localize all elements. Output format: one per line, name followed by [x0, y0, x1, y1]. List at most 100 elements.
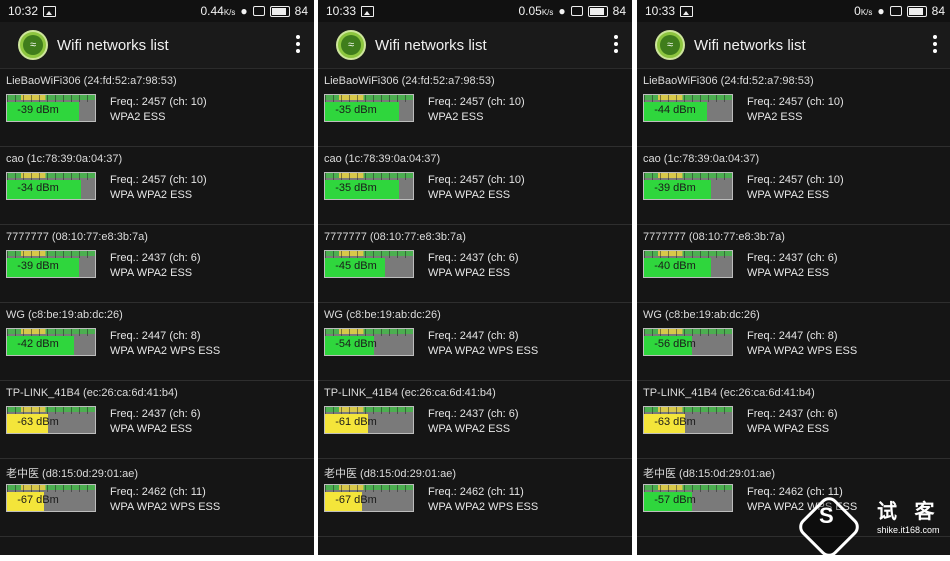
- network-speed: 0.44K/s: [200, 4, 236, 18]
- network-ssid: 7777777 (08:10:77:e8:3b:7a): [6, 231, 148, 243]
- network-security: WPA2 ESS: [747, 111, 803, 123]
- network-security: WPA WPA2 ESS: [110, 267, 193, 279]
- network-list-item[interactable]: 老中医 (d8:15:0d:29:01:ae) -67 dBm Freq.: 246…: [0, 459, 314, 537]
- network-ssid: TP-LINK_41B4 (ec:26:ca:6d:41:b4): [324, 387, 496, 399]
- overflow-menu-icon[interactable]: [296, 35, 300, 53]
- app-bar: ≈ Wifi networks list: [637, 22, 950, 69]
- network-info: Freq.: 2457 (ch: 10) WPA WPA2 ESS: [110, 173, 207, 203]
- signal-meter: -63 dBm: [643, 406, 733, 434]
- image-notification-icon: [361, 5, 375, 17]
- page-title: Wifi networks list: [375, 36, 487, 54]
- overflow-menu-icon[interactable]: [614, 35, 618, 53]
- network-ssid: LieBaoWiFi306 (24:fd:52:a7:98:53): [6, 75, 177, 87]
- network-list-item[interactable]: LieBaoWiFi306 (24:fd:52:a7:98:53) -35 dBm…: [318, 69, 632, 147]
- signal-meter: -40 dBm: [643, 250, 733, 278]
- network-info: Freq.: 2462 (ch: 11) WPA WPA2 WPS ESS: [110, 485, 220, 515]
- network-list-item[interactable]: TP-LINK_41B4 (ec:26:ca:6d:41:b4) -61 dBm F…: [318, 381, 632, 459]
- signal-meter: -67 dBm: [6, 484, 96, 512]
- network-info: Freq.: 2437 (ch: 6) WPA WPA2 ESS: [110, 407, 201, 437]
- signal-scale-ticks: [325, 329, 413, 336]
- network-info: Freq.: 2437 (ch: 6) WPA WPA2 ESS: [428, 407, 519, 437]
- status-time: 10:33: [645, 4, 676, 18]
- overflow-menu-icon[interactable]: [933, 35, 937, 53]
- signal-dbm: -39 dBm: [17, 104, 59, 116]
- signal-meter: -56 dBm: [643, 328, 733, 356]
- watermark-text: 试 客: [877, 501, 941, 523]
- signal-meter: -67 dBm: [324, 484, 414, 512]
- network-security: WPA WPA2 WPS ESS: [747, 345, 858, 357]
- signal-meter: -44 dBm: [643, 94, 733, 122]
- network-info: Freq.: 2437 (ch: 6) WPA WPA2 ESS: [747, 251, 838, 281]
- network-info: Freq.: 2457 (ch: 10) WPA WPA2 ESS: [747, 173, 844, 203]
- signal-scale-ticks: [644, 329, 732, 336]
- watermark-url: shike.it168.com: [877, 525, 940, 535]
- image-notification-icon: [680, 5, 694, 17]
- signal-scale-ticks: [325, 485, 413, 492]
- network-list-item[interactable]: 老中医 (d8:15:0d:29:01:ae) -67 dBm Freq.: 246…: [318, 459, 632, 537]
- signal-dbm: -40 dBm: [654, 260, 696, 272]
- network-list-item[interactable]: cao (1c:78:39:0a:04:37) -34 dBm Freq.: 245…: [0, 147, 314, 225]
- network-frequency: Freq.: 2437 (ch: 6): [110, 252, 201, 264]
- network-list-item[interactable]: cao (1c:78:39:0a:04:37) -39 dBm Freq.: 245…: [637, 147, 950, 225]
- network-list-item[interactable]: 7777777 (08:10:77:e8:3b:7a) -39 dBm Freq.:…: [0, 225, 314, 303]
- signal-meter: -39 dBm: [643, 172, 733, 200]
- network-frequency: Freq.: 2457 (ch: 10): [428, 174, 525, 186]
- app-bar: ≈ Wifi networks list: [0, 22, 314, 69]
- page-title: Wifi networks list: [57, 36, 169, 54]
- signal-scale-ticks: [644, 407, 732, 414]
- network-ssid: WG (c8:be:19:ab:dc:26): [643, 309, 760, 321]
- network-ssid: 老中医 (d8:15:0d:29:01:ae): [6, 468, 139, 480]
- network-list-item[interactable]: 7777777 (08:10:77:e8:3b:7a) -40 dBm Freq.:…: [637, 225, 950, 303]
- phone-screen-2: 10:33 0.05K/s ● 84 ≈ Wifi networks list LieBao…: [318, 0, 632, 555]
- signal-dbm: -56 dBm: [654, 338, 696, 350]
- network-frequency: Freq.: 2457 (ch: 10): [747, 96, 844, 108]
- network-security: WPA WPA2 WPS ESS: [428, 345, 539, 357]
- app-bar: ≈ Wifi networks list: [318, 22, 632, 69]
- network-list-item[interactable]: TP-LINK_41B4 (ec:26:ca:6d:41:b4) -63 dBm F…: [0, 381, 314, 459]
- signal-meter: -61 dBm: [324, 406, 414, 434]
- network-info: Freq.: 2457 (ch: 10) WPA2 ESS: [110, 95, 207, 125]
- network-list-item[interactable]: LieBaoWiFi306 (24:fd:52:a7:98:53) -44 dBm…: [637, 69, 950, 147]
- signal-scale-ticks: [644, 173, 732, 180]
- network-security: WPA WPA2 ESS: [428, 423, 511, 435]
- signal-dbm: -67 dBm: [17, 494, 59, 506]
- signal-scale-ticks: [644, 251, 732, 258]
- network-ssid: cao (1c:78:39:0a:04:37): [324, 153, 441, 165]
- signal-scale-ticks: [644, 95, 732, 102]
- signal-dbm: -45 dBm: [335, 260, 377, 272]
- wifi-app-logo-icon: ≈: [18, 30, 48, 60]
- network-frequency: Freq.: 2437 (ch: 6): [110, 408, 201, 420]
- network-ssid: LieBaoWiFi306 (24:fd:52:a7:98:53): [643, 75, 814, 87]
- signal-meter: -63 dBm: [6, 406, 96, 434]
- network-list-item[interactable]: TP-LINK_41B4 (ec:26:ca:6d:41:b4) -63 dBm F…: [637, 381, 950, 459]
- network-list-item[interactable]: WG (c8:be:19:ab:dc:26) -54 dBm Freq.: 2447…: [318, 303, 632, 381]
- watermark-logo-letter: S: [819, 503, 834, 528]
- network-security: WPA2 ESS: [110, 111, 166, 123]
- network-list-item[interactable]: WG (c8:be:19:ab:dc:26) -56 dBm Freq.: 2447…: [637, 303, 950, 381]
- network-list-item[interactable]: WG (c8:be:19:ab:dc:26) -42 dBm Freq.: 2447…: [0, 303, 314, 381]
- signal-meter: -42 dBm: [6, 328, 96, 356]
- phone-screen-3: 10:33 0K/s ● 84 ≈ Wifi networks list LieBaoWiF…: [637, 0, 950, 555]
- network-info: Freq.: 2457 (ch: 10) WPA2 ESS: [747, 95, 844, 125]
- network-list-item[interactable]: cao (1c:78:39:0a:04:37) -35 dBm Freq.: 245…: [318, 147, 632, 225]
- network-security: WPA WPA2 WPS ESS: [428, 501, 539, 513]
- battery-level: 84: [612, 4, 626, 18]
- network-list-item[interactable]: 7777777 (08:10:77:e8:3b:7a) -45 dBm Freq.:…: [318, 225, 632, 303]
- network-frequency: Freq.: 2457 (ch: 10): [428, 96, 525, 108]
- network-list-item[interactable]: LieBaoWiFi306 (24:fd:52:a7:98:53) -39 dBm…: [0, 69, 314, 147]
- signal-scale-ticks: [325, 173, 413, 180]
- network-frequency: Freq.: 2462 (ch: 11): [110, 486, 206, 498]
- network-frequency: Freq.: 2447 (ch: 8): [428, 330, 519, 342]
- signal-scale-ticks: [325, 251, 413, 258]
- battery-level: 84: [294, 4, 308, 18]
- signal-dbm: -61 dBm: [335, 416, 377, 428]
- status-bar: 10:32 0.44K/s ● 84: [0, 0, 314, 22]
- signal-dbm: -39 dBm: [654, 182, 696, 194]
- network-security: WPA WPA2 WPS ESS: [110, 345, 221, 357]
- signal-dbm: -35 dBm: [335, 182, 377, 194]
- network-ssid: TP-LINK_41B4 (ec:26:ca:6d:41:b4): [643, 387, 815, 399]
- signal-dbm: -35 dBm: [335, 104, 377, 116]
- network-frequency: Freq.: 2437 (ch: 6): [428, 252, 519, 264]
- network-info: Freq.: 2437 (ch: 6) WPA WPA2 ESS: [747, 407, 838, 437]
- signal-meter: -34 dBm: [6, 172, 96, 200]
